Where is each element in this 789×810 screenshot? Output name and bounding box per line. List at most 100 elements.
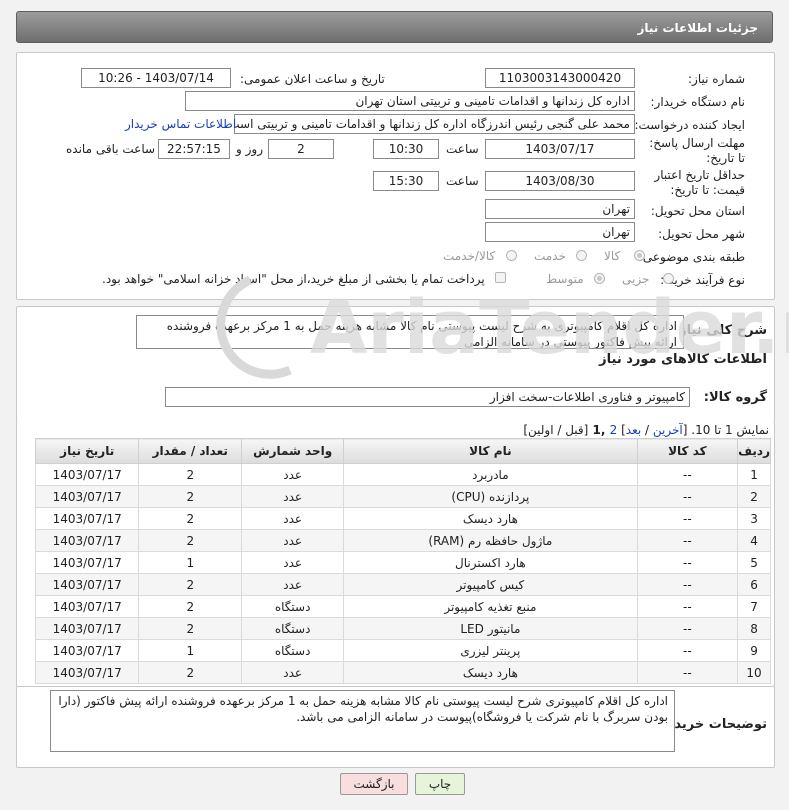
process-option-minor: جزیی bbox=[622, 272, 650, 286]
unit-cell: عدد bbox=[241, 507, 345, 530]
need-number-field: 1103003143000420 bbox=[485, 68, 635, 88]
unit-cell: دستگاه bbox=[241, 639, 345, 662]
quantity-cell: 2 bbox=[138, 463, 243, 486]
city-field: تهران bbox=[485, 222, 635, 242]
item-code-cell: -- bbox=[636, 661, 739, 684]
goods-group-field: کامپیوتر و فناوری اطلاعات-سخت افزار bbox=[165, 387, 690, 407]
category-option-both: کالا/خدمت bbox=[443, 249, 496, 263]
row-number-cell: 3 bbox=[737, 507, 771, 530]
validity-label-text: حداقل تاریخ اعتبار قیمت: تا تاریخ: bbox=[654, 168, 745, 197]
need-number-label: شماره نیاز: bbox=[688, 72, 745, 86]
buyer-notes-field: اداره کل اقلام کامپیوتری شرح لیست پیوستی… bbox=[50, 690, 675, 752]
pagination-sep: / bbox=[641, 423, 653, 437]
unit-cell: دستگاه bbox=[241, 617, 345, 640]
need-date-cell: 1403/07/17 bbox=[34, 661, 140, 684]
category-option-goods: کالا bbox=[604, 249, 621, 263]
unit-cell: عدد bbox=[241, 463, 345, 486]
unit-cell: عدد bbox=[241, 661, 345, 684]
table-row: 2 -- پردازنده (CPU) عدد 2 1403/07/17 bbox=[34, 485, 771, 508]
row-number-cell: 6 bbox=[737, 573, 771, 596]
item-code-cell: -- bbox=[636, 507, 739, 530]
pagination-next[interactable]: بعد bbox=[626, 423, 641, 437]
item-name-cell: هارد دیسک bbox=[343, 661, 638, 684]
creator-field: محمد علی گنجی رئیس اندرزگاه اداره کل زند… bbox=[234, 114, 635, 134]
need-date-cell: 1403/07/17 bbox=[34, 507, 140, 530]
province-field: تهران bbox=[485, 199, 635, 219]
goods-section-title: اطلاعات کالاهای مورد نیاز bbox=[599, 352, 767, 367]
province-label: استان محل تحویل: bbox=[650, 204, 745, 218]
description-label: شرح کلی نیاز: bbox=[673, 323, 767, 338]
description-field: اداره کل اقلام کامپیوتری به شرح لیست پیو… bbox=[136, 315, 684, 349]
process-radio-minor[interactable] bbox=[663, 273, 674, 284]
print-button[interactable]: چاپ bbox=[415, 773, 465, 795]
row-number-cell: 7 bbox=[737, 595, 771, 618]
process-option-medium: متوسط bbox=[546, 272, 584, 286]
deadline-date-field: 1403/07/17 bbox=[485, 139, 635, 159]
announce-field: 1403/07/14 - 10:26 bbox=[81, 68, 231, 88]
need-date-cell: 1403/07/17 bbox=[34, 573, 140, 596]
header-unit: واحد شمارش bbox=[241, 438, 345, 464]
item-code-cell: -- bbox=[636, 463, 739, 486]
pagination-bracket: ] bbox=[617, 423, 626, 437]
quantity-cell: 2 bbox=[138, 573, 243, 596]
item-name-cell: پرینتر لیزری bbox=[343, 639, 638, 662]
table-row: 6 -- کیس کامپیوتر عدد 2 1403/07/17 bbox=[34, 573, 771, 596]
item-name-cell: هارد دیسک bbox=[343, 507, 638, 530]
table-row: 1 -- مادربرد عدد 2 1403/07/17 bbox=[34, 463, 771, 486]
validity-time-label: ساعت bbox=[446, 174, 479, 188]
pagination-last[interactable]: آخرین bbox=[653, 423, 683, 437]
category-radio-both[interactable] bbox=[506, 250, 517, 261]
deadline-time-field: 10:30 bbox=[373, 139, 439, 159]
item-name-cell: ماژول حافظه رم (RAM) bbox=[343, 529, 638, 552]
announce-label: تاریخ و ساعت اعلان عمومی: bbox=[240, 72, 385, 86]
item-name-cell: منبع تغذیه کامپیوتر bbox=[343, 595, 638, 618]
item-code-cell: -- bbox=[636, 595, 739, 618]
remaining-time-field: 22:57:15 bbox=[158, 139, 230, 159]
need-date-cell: 1403/07/17 bbox=[34, 485, 140, 508]
unit-cell: عدد bbox=[241, 529, 345, 552]
days-label: روز و bbox=[236, 142, 263, 156]
table-row: 10 -- هارد دیسک عدد 2 1403/07/17 bbox=[34, 661, 771, 684]
quantity-cell: 2 bbox=[138, 617, 243, 640]
quantity-cell: 2 bbox=[138, 529, 243, 552]
page-title: جزئیات اطلاعات نیاز bbox=[16, 11, 773, 43]
table-row: 3 -- هارد دیسک عدد 2 1403/07/17 bbox=[34, 507, 771, 530]
back-button[interactable]: بازگشت bbox=[340, 773, 408, 795]
deadline-label: مهلت ارسال پاسخ: تا تاریخ: bbox=[645, 136, 745, 166]
need-date-cell: 1403/07/17 bbox=[34, 463, 140, 486]
need-date-cell: 1403/07/17 bbox=[34, 529, 140, 552]
process-radio-medium[interactable] bbox=[594, 273, 605, 284]
quantity-cell: 1 bbox=[138, 639, 243, 662]
table-row: 9 -- پرینتر لیزری دستگاه 1 1403/07/17 bbox=[34, 639, 771, 662]
quantity-cell: 2 bbox=[138, 661, 243, 684]
category-radio-goods[interactable] bbox=[634, 250, 645, 261]
pagination-tail: [قبل / اولین] bbox=[523, 423, 589, 437]
table-header-row: ردیف کد کالا نام کالا واحد شمارش تعداد /… bbox=[34, 438, 771, 464]
table-row: 4 -- ماژول حافظه رم (RAM) عدد 2 1403/07/17 bbox=[34, 529, 771, 552]
need-date-cell: 1403/07/17 bbox=[34, 595, 140, 618]
header-need-date: تاریخ نیاز bbox=[34, 438, 140, 464]
pagination-prefix: نمایش 1 تا 10. [ bbox=[682, 423, 769, 437]
item-code-cell: -- bbox=[636, 639, 739, 662]
item-name-cell: هارد اکسترنال bbox=[343, 551, 638, 574]
buyer-org-field: اداره کل زندانها و اقدامات تامینی و تربی… bbox=[185, 91, 635, 111]
item-code-cell: -- bbox=[636, 529, 739, 552]
quantity-cell: 2 bbox=[138, 595, 243, 618]
validity-date-field: 1403/08/30 bbox=[485, 171, 635, 191]
quantity-cell: 2 bbox=[138, 507, 243, 530]
goods-group-label: گروه کالا: bbox=[703, 390, 767, 405]
deadline-time-label: ساعت bbox=[446, 142, 479, 156]
category-radio-service[interactable] bbox=[576, 250, 587, 261]
row-number-cell: 1 bbox=[737, 463, 771, 486]
treasury-checkbox[interactable] bbox=[495, 272, 506, 283]
pagination: نمایش 1 تا 10. [آخرین / بعد] 2 ,1 [قبل /… bbox=[523, 423, 769, 437]
items-table: ردیف کد کالا نام کالا واحد شمارش تعداد /… bbox=[34, 438, 771, 684]
item-code-cell: -- bbox=[636, 573, 739, 596]
row-number-cell: 4 bbox=[737, 529, 771, 552]
item-code-cell: -- bbox=[636, 485, 739, 508]
item-name-cell: کیس کامپیوتر bbox=[343, 573, 638, 596]
validity-time-field: 15:30 bbox=[373, 171, 439, 191]
contact-info-link[interactable]: اطلاعات تماس خریدار bbox=[125, 117, 236, 131]
category-option-service: خدمت bbox=[534, 249, 566, 263]
row-number-cell: 2 bbox=[737, 485, 771, 508]
